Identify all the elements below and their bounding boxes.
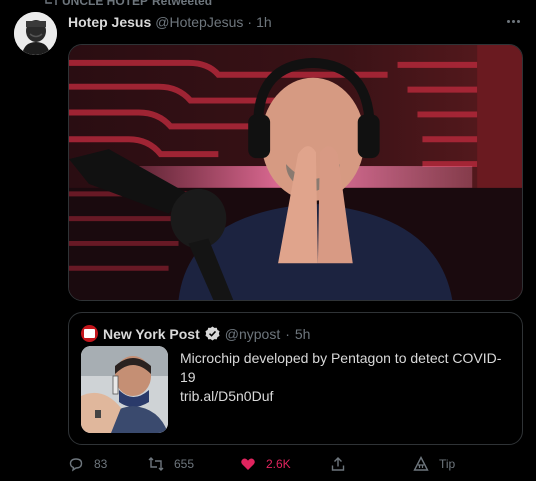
tip-label: Tip xyxy=(439,457,456,471)
quoted-tweet-card[interactable]: New York Post @nypost · 5h Microchip dev… xyxy=(68,312,523,445)
tweet-action-bar: 83 655 2.6K Tip xyxy=(68,456,468,476)
verified-badge-icon xyxy=(205,326,220,341)
tweet-header: Hotep Jesus @HotepJesus · 1h xyxy=(68,14,272,30)
heart-icon xyxy=(241,458,255,470)
retweet-action-label: Retweeted xyxy=(152,0,213,8)
retweet-icon xyxy=(45,0,57,5)
quoted-separator-dot: · xyxy=(285,325,290,342)
retweet-count: 655 xyxy=(174,457,195,471)
retweeter-name[interactable]: UNCLE HOTEP xyxy=(62,0,148,8)
quoted-tweet-text: Microchip developed by Pentagon to detec… xyxy=(180,349,515,406)
tip-button[interactable]: Tip xyxy=(413,456,455,472)
tip-icon xyxy=(413,456,429,471)
reply-button[interactable]: 83 xyxy=(68,456,107,472)
timestamp[interactable]: 1h xyxy=(256,14,272,30)
retweet-button[interactable]: 655 xyxy=(148,456,194,472)
share-button[interactable] xyxy=(330,456,346,472)
author-handle[interactable]: @HotepJesus xyxy=(155,14,243,30)
retweet-banner: UNCLE HOTEP Retweeted xyxy=(44,0,212,8)
separator-dot: · xyxy=(247,14,253,30)
nypost-avatar xyxy=(81,325,98,342)
like-count: 2.6K xyxy=(266,457,291,471)
quoted-tweet-headline: Microchip developed by Pentagon to detec… xyxy=(180,350,502,385)
share-icon xyxy=(331,457,345,471)
quoted-tweet-link[interactable]: trib.al/D5n0Duf xyxy=(180,387,515,406)
quoted-author-name: New York Post xyxy=(103,325,200,342)
tweet-media-image[interactable] xyxy=(68,44,523,301)
quoted-tweet-thumbnail xyxy=(81,346,168,433)
retweet-icon xyxy=(148,457,164,471)
quoted-tweet-header: New York Post @nypost · 5h xyxy=(81,325,310,342)
more-options-icon[interactable] xyxy=(504,12,522,30)
reply-count: 83 xyxy=(94,457,108,471)
reply-icon xyxy=(69,458,83,472)
like-button[interactable]: 2.6K xyxy=(240,456,291,472)
author-name[interactable]: Hotep Jesus xyxy=(68,14,151,30)
quoted-timestamp: 5h xyxy=(294,325,311,342)
quoted-author-handle: @nypost xyxy=(224,325,281,342)
avatar[interactable] xyxy=(14,12,57,55)
